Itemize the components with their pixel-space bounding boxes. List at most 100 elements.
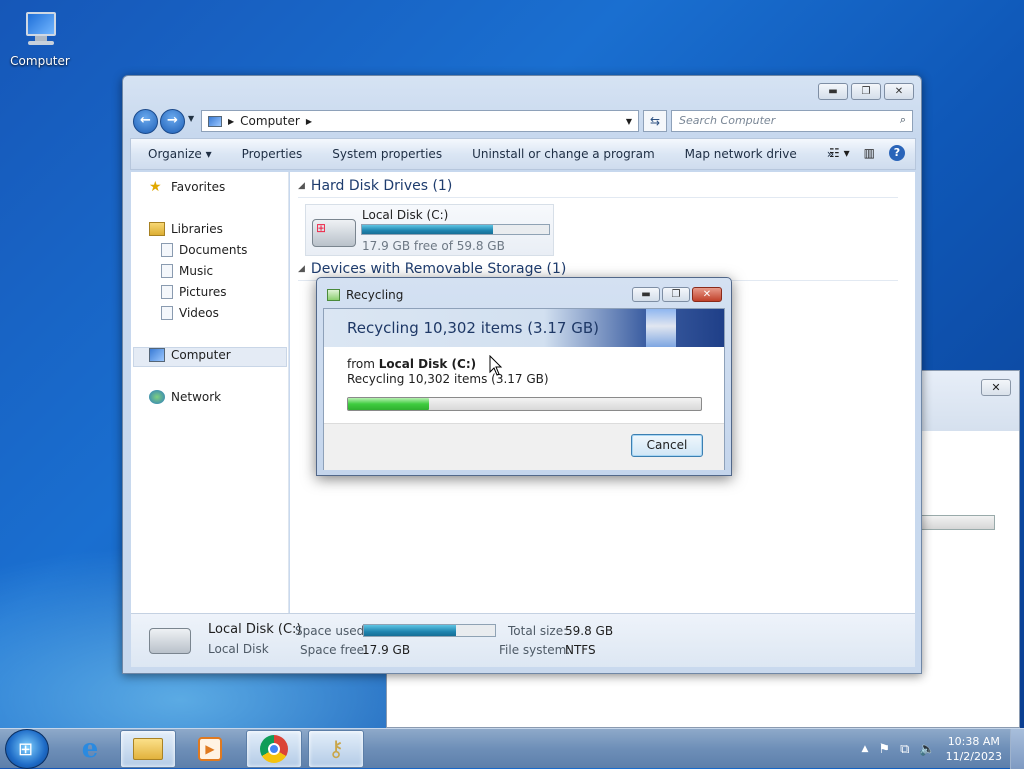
minimize-button[interactable]: ▬ bbox=[818, 83, 848, 100]
system-tray: ▲ ⚑ ⧉ 🔈 10:38 AM 11/2/2023 bbox=[862, 729, 1024, 769]
breadcrumb-arrow-icon[interactable]: ▶ bbox=[306, 117, 312, 126]
background-progress-bar bbox=[921, 515, 995, 530]
organize-menu[interactable]: Organize ▾ bbox=[148, 147, 212, 161]
address-dropdown-icon[interactable]: ▼ bbox=[626, 117, 632, 126]
collapse-triangle-icon[interactable]: ◢ bbox=[298, 264, 305, 274]
group-hdd-label: Hard Disk Drives (1) bbox=[310, 178, 453, 194]
change-view-icon[interactable]: ☷ ▾ bbox=[829, 146, 850, 160]
nav-documents-label: Documents bbox=[179, 243, 248, 257]
pictures-icon bbox=[161, 285, 173, 299]
mouse-cursor-icon bbox=[489, 355, 503, 376]
network-icon bbox=[149, 390, 165, 404]
breadcrumb-computer[interactable]: Computer bbox=[240, 114, 300, 128]
drive-name: Local Disk (C:) bbox=[362, 208, 449, 222]
star-icon: ★ bbox=[149, 179, 162, 195]
computer-small-icon bbox=[208, 115, 222, 127]
system-properties-button[interactable]: System properties bbox=[332, 147, 442, 161]
computer-icon bbox=[16, 8, 64, 52]
map-network-drive-button[interactable]: Map network drive bbox=[685, 147, 797, 161]
keys-icon: ⚷ bbox=[327, 736, 345, 762]
taskbar-chrome[interactable] bbox=[246, 730, 302, 768]
clock[interactable]: 10:38 AM 11/2/2023 bbox=[946, 734, 1002, 764]
chrome-icon bbox=[260, 735, 288, 763]
drive-local-disk-c[interactable]: ⊞ Local Disk (C:) 17.9 GB free of 59.8 G… bbox=[305, 204, 554, 256]
nav-computer[interactable]: Computer bbox=[149, 348, 231, 362]
videos-icon bbox=[161, 306, 173, 320]
search-icon[interactable]: ⌕ bbox=[900, 113, 906, 127]
group-hard-disk-drives[interactable]: ◢ Hard Disk Drives (1) bbox=[298, 178, 898, 198]
computer-icon bbox=[149, 348, 165, 362]
nav-favorites[interactable]: ★ Favorites bbox=[149, 180, 225, 194]
total-size-label: Total size: bbox=[508, 624, 568, 638]
from-prefix: from bbox=[347, 357, 375, 371]
file-system-label: File system: bbox=[499, 643, 571, 657]
nav-computer-label: Computer bbox=[171, 348, 231, 362]
action-center-icon[interactable]: ⚑ bbox=[878, 742, 890, 757]
uninstall-program-button[interactable]: Uninstall or change a program bbox=[472, 147, 655, 161]
breadcrumb-arrow-icon[interactable]: ▶ bbox=[228, 117, 234, 126]
nav-videos[interactable]: Videos bbox=[161, 306, 219, 320]
hard-drive-icon bbox=[149, 628, 191, 654]
nav-libraries[interactable]: Libraries bbox=[149, 222, 223, 236]
desktop-computer-icon[interactable]: Computer bbox=[8, 8, 72, 68]
taskbar-media-player[interactable]: ▶ bbox=[182, 730, 238, 768]
nav-network[interactable]: Network bbox=[149, 390, 221, 404]
details-pane: Local Disk (C:) Local Disk Space used: S… bbox=[131, 613, 915, 667]
nav-pictures-label: Pictures bbox=[179, 285, 227, 299]
header-glow bbox=[646, 309, 676, 347]
recycle-icon bbox=[327, 289, 340, 301]
group-removable-label: Devices with Removable Storage (1) bbox=[310, 261, 567, 277]
clock-date: 11/2/2023 bbox=[945, 750, 1002, 763]
nav-pictures[interactable]: Pictures bbox=[161, 285, 227, 299]
properties-button[interactable]: Properties bbox=[242, 147, 303, 161]
total-size-value: 59.8 GB bbox=[565, 624, 614, 638]
cancel-button[interactable]: Cancel bbox=[631, 434, 703, 457]
space-used-bar bbox=[363, 624, 496, 637]
nav-videos-label: Videos bbox=[179, 306, 219, 320]
dialog-maximize-button[interactable]: ❐ bbox=[662, 287, 690, 302]
windows-logo-icon: ⊞ bbox=[18, 739, 34, 760]
back-button[interactable]: ← bbox=[133, 109, 158, 134]
command-bar: Organize ▾ Properties System properties … bbox=[130, 138, 916, 170]
recycling-dialog: Recycling ▬ ❐ ✕ Recycling 10,302 items (… bbox=[316, 277, 732, 476]
forward-button[interactable]: → bbox=[160, 109, 185, 134]
search-input[interactable]: Search Computer ⌕ bbox=[671, 110, 913, 132]
dialog-header: Recycling 10,302 items (3.17 GB) bbox=[324, 309, 724, 347]
taskbar-recycling-task[interactable]: ⚷ bbox=[308, 730, 364, 768]
library-icon bbox=[149, 222, 165, 236]
start-button[interactable]: ⊞ bbox=[5, 729, 49, 769]
volume-muted-icon[interactable]: 🔈 bbox=[919, 742, 935, 757]
taskbar-internet-explorer[interactable]: e bbox=[62, 730, 118, 768]
navigation-pane: ★ Favorites Libraries Documents Music Pi… bbox=[131, 172, 289, 613]
refresh-button[interactable]: ⇆ bbox=[643, 110, 667, 132]
dialog-headline: Recycling 10,302 items (3.17 GB) bbox=[347, 319, 599, 337]
taskbar: ⊞ e ▶ ⚷ ▲ ⚑ ⧉ 🔈 10:38 AM 11/2/2023 bbox=[0, 728, 1024, 769]
space-free-label: Space free: bbox=[300, 643, 369, 657]
help-icon[interactable]: ? bbox=[889, 145, 905, 161]
dialog-minimize-button[interactable]: ▬ bbox=[632, 287, 660, 302]
drive-free-text: 17.9 GB free of 59.8 GB bbox=[362, 239, 505, 253]
windows-logo-icon: ⊞ bbox=[316, 221, 327, 235]
group-removable-storage[interactable]: ◢ Devices with Removable Storage (1) bbox=[298, 261, 898, 281]
address-bar[interactable]: ▶ Computer ▶ ▼ bbox=[201, 110, 639, 132]
recycling-progress-bar bbox=[347, 397, 702, 411]
close-button[interactable]: ✕ bbox=[884, 83, 914, 100]
documents-icon bbox=[161, 243, 173, 257]
show-desktop-button[interactable] bbox=[1010, 729, 1024, 769]
taskbar-windows-explorer[interactable] bbox=[120, 730, 176, 768]
collapse-triangle-icon[interactable]: ◢ bbox=[298, 181, 305, 191]
details-name: Local Disk (C:) bbox=[208, 622, 302, 637]
file-system-value: NTFS bbox=[565, 643, 596, 657]
nav-music[interactable]: Music bbox=[161, 264, 213, 278]
search-placeholder: Search Computer bbox=[679, 114, 776, 127]
network-status-icon[interactable]: ⧉ bbox=[900, 742, 909, 757]
show-hidden-icons-button[interactable]: ▲ bbox=[862, 744, 869, 754]
background-window-close-button[interactable]: ✕ bbox=[981, 379, 1011, 396]
nav-documents[interactable]: Documents bbox=[161, 243, 247, 257]
dialog-close-button[interactable]: ✕ bbox=[692, 287, 722, 302]
recent-pages-dropdown[interactable]: ▼ bbox=[188, 114, 194, 123]
preview-pane-icon[interactable]: ▥ bbox=[864, 146, 875, 160]
maximize-button[interactable]: ❐ bbox=[851, 83, 881, 100]
space-free-value: 17.9 GB bbox=[362, 643, 411, 657]
nav-network-label: Network bbox=[171, 390, 222, 404]
